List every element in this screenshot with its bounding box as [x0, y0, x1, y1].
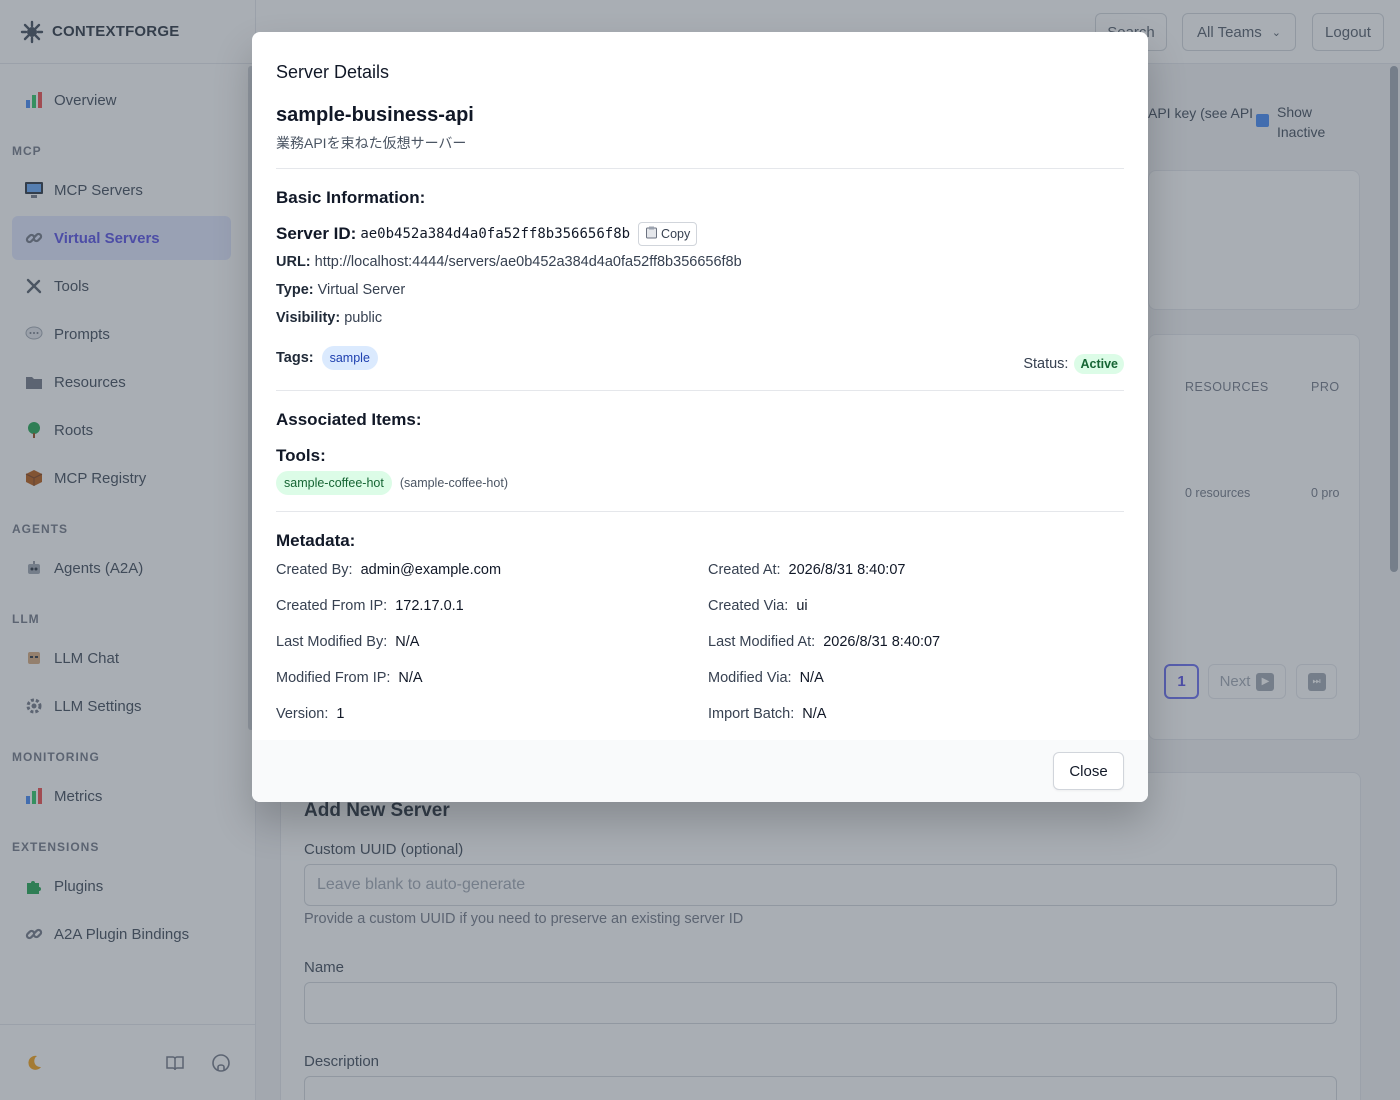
server-description: 業務APIを束ねた仮想サーバー — [276, 135, 467, 151]
meta-value: ui — [796, 598, 808, 614]
modal-footer: Close — [252, 740, 1148, 802]
tag-pill: sample — [321, 346, 378, 370]
visibility-value: public — [344, 310, 383, 326]
meta-value: 1 — [336, 706, 345, 722]
meta-key: Modified From IP: — [276, 670, 391, 686]
server-id-value: ae0b452a384d4a0fa52ff8b356656f8b — [360, 226, 631, 242]
copy-label: Copy — [661, 227, 691, 241]
divider — [276, 168, 1124, 169]
status-label: Status: — [1023, 356, 1069, 372]
meta-key: Last Modified By: — [276, 634, 388, 650]
visibility-row: Visibility: public — [276, 310, 382, 326]
meta-modified-from-ip: Modified From IP: N/A — [276, 670, 423, 686]
url-row: URL: http://localhost:4444/servers/ae0b4… — [276, 254, 742, 270]
meta-last-modified-by: Last Modified By: N/A — [276, 634, 419, 650]
meta-value: admin@example.com — [360, 562, 502, 578]
meta-value: 172.17.0.1 — [395, 598, 464, 614]
meta-value: N/A — [799, 670, 824, 686]
meta-value: N/A — [398, 670, 423, 686]
meta-key: Created By: — [276, 562, 353, 578]
meta-key: Last Modified At: — [708, 634, 816, 650]
meta-created-by: Created By: admin@example.com — [276, 562, 501, 578]
meta-last-modified-at: Last Modified At: 2026/8/31 8:40:07 — [708, 634, 940, 650]
meta-key: Created At: — [708, 562, 781, 578]
meta-key: Import Batch: — [708, 706, 795, 722]
associated-items-heading: Associated Items: — [276, 410, 422, 429]
status-row: Status: Active — [1023, 354, 1124, 374]
tools-row: sample-coffee-hot (sample-coffee-hot) — [276, 471, 508, 495]
meta-import-batch: Import Batch: N/A — [708, 706, 826, 722]
server-name: sample-business-api — [276, 104, 474, 126]
meta-value: 2026/8/31 8:40:07 — [788, 562, 906, 578]
copy-button[interactable]: Copy — [638, 222, 698, 246]
type-row: Type: Virtual Server — [276, 282, 405, 298]
divider — [276, 511, 1124, 512]
url-value: http://localhost:4444/servers/ae0b452a38… — [314, 254, 742, 270]
server-id-label: Server ID: — [276, 224, 357, 243]
server-id-row: Server ID: ae0b452a384d4a0fa52ff8b356656… — [276, 221, 698, 247]
meta-value: N/A — [395, 634, 420, 650]
status-badge: Active — [1074, 354, 1124, 374]
tags-label: Tags: — [276, 350, 314, 366]
modal-title: Server Details — [276, 62, 390, 82]
tool-pill: sample-coffee-hot — [276, 471, 392, 495]
meta-created-from-ip: Created From IP: 172.17.0.1 — [276, 598, 464, 614]
tags-row: Tags: sample — [276, 346, 378, 370]
tool-original-name: (sample-coffee-hot) — [399, 476, 508, 490]
tools-heading: Tools: — [276, 446, 326, 465]
type-value: Virtual Server — [317, 282, 406, 298]
meta-key: Version: — [276, 706, 329, 722]
meta-key: Modified Via: — [708, 670, 792, 686]
meta-key: Created From IP: — [276, 598, 388, 614]
metadata-heading: Metadata: — [276, 531, 356, 550]
close-button[interactable]: Close — [1053, 752, 1124, 790]
meta-created-at: Created At: 2026/8/31 8:40:07 — [708, 562, 905, 578]
meta-value: N/A — [802, 706, 827, 722]
clipboard-icon — [645, 226, 658, 242]
basic-info-heading: Basic Information: — [276, 188, 426, 207]
visibility-label: Visibility: — [276, 310, 341, 326]
type-label: Type: — [276, 282, 314, 298]
url-label: URL: — [276, 254, 311, 270]
meta-version: Version: 1 — [276, 706, 344, 722]
divider — [276, 390, 1124, 391]
meta-created-via: Created Via: ui — [708, 598, 808, 614]
meta-modified-via: Modified Via: N/A — [708, 670, 824, 686]
meta-key: Created Via: — [708, 598, 789, 614]
server-details-modal: Server Details sample-business-api 業務API… — [252, 32, 1148, 802]
meta-value: 2026/8/31 8:40:07 — [823, 634, 941, 650]
